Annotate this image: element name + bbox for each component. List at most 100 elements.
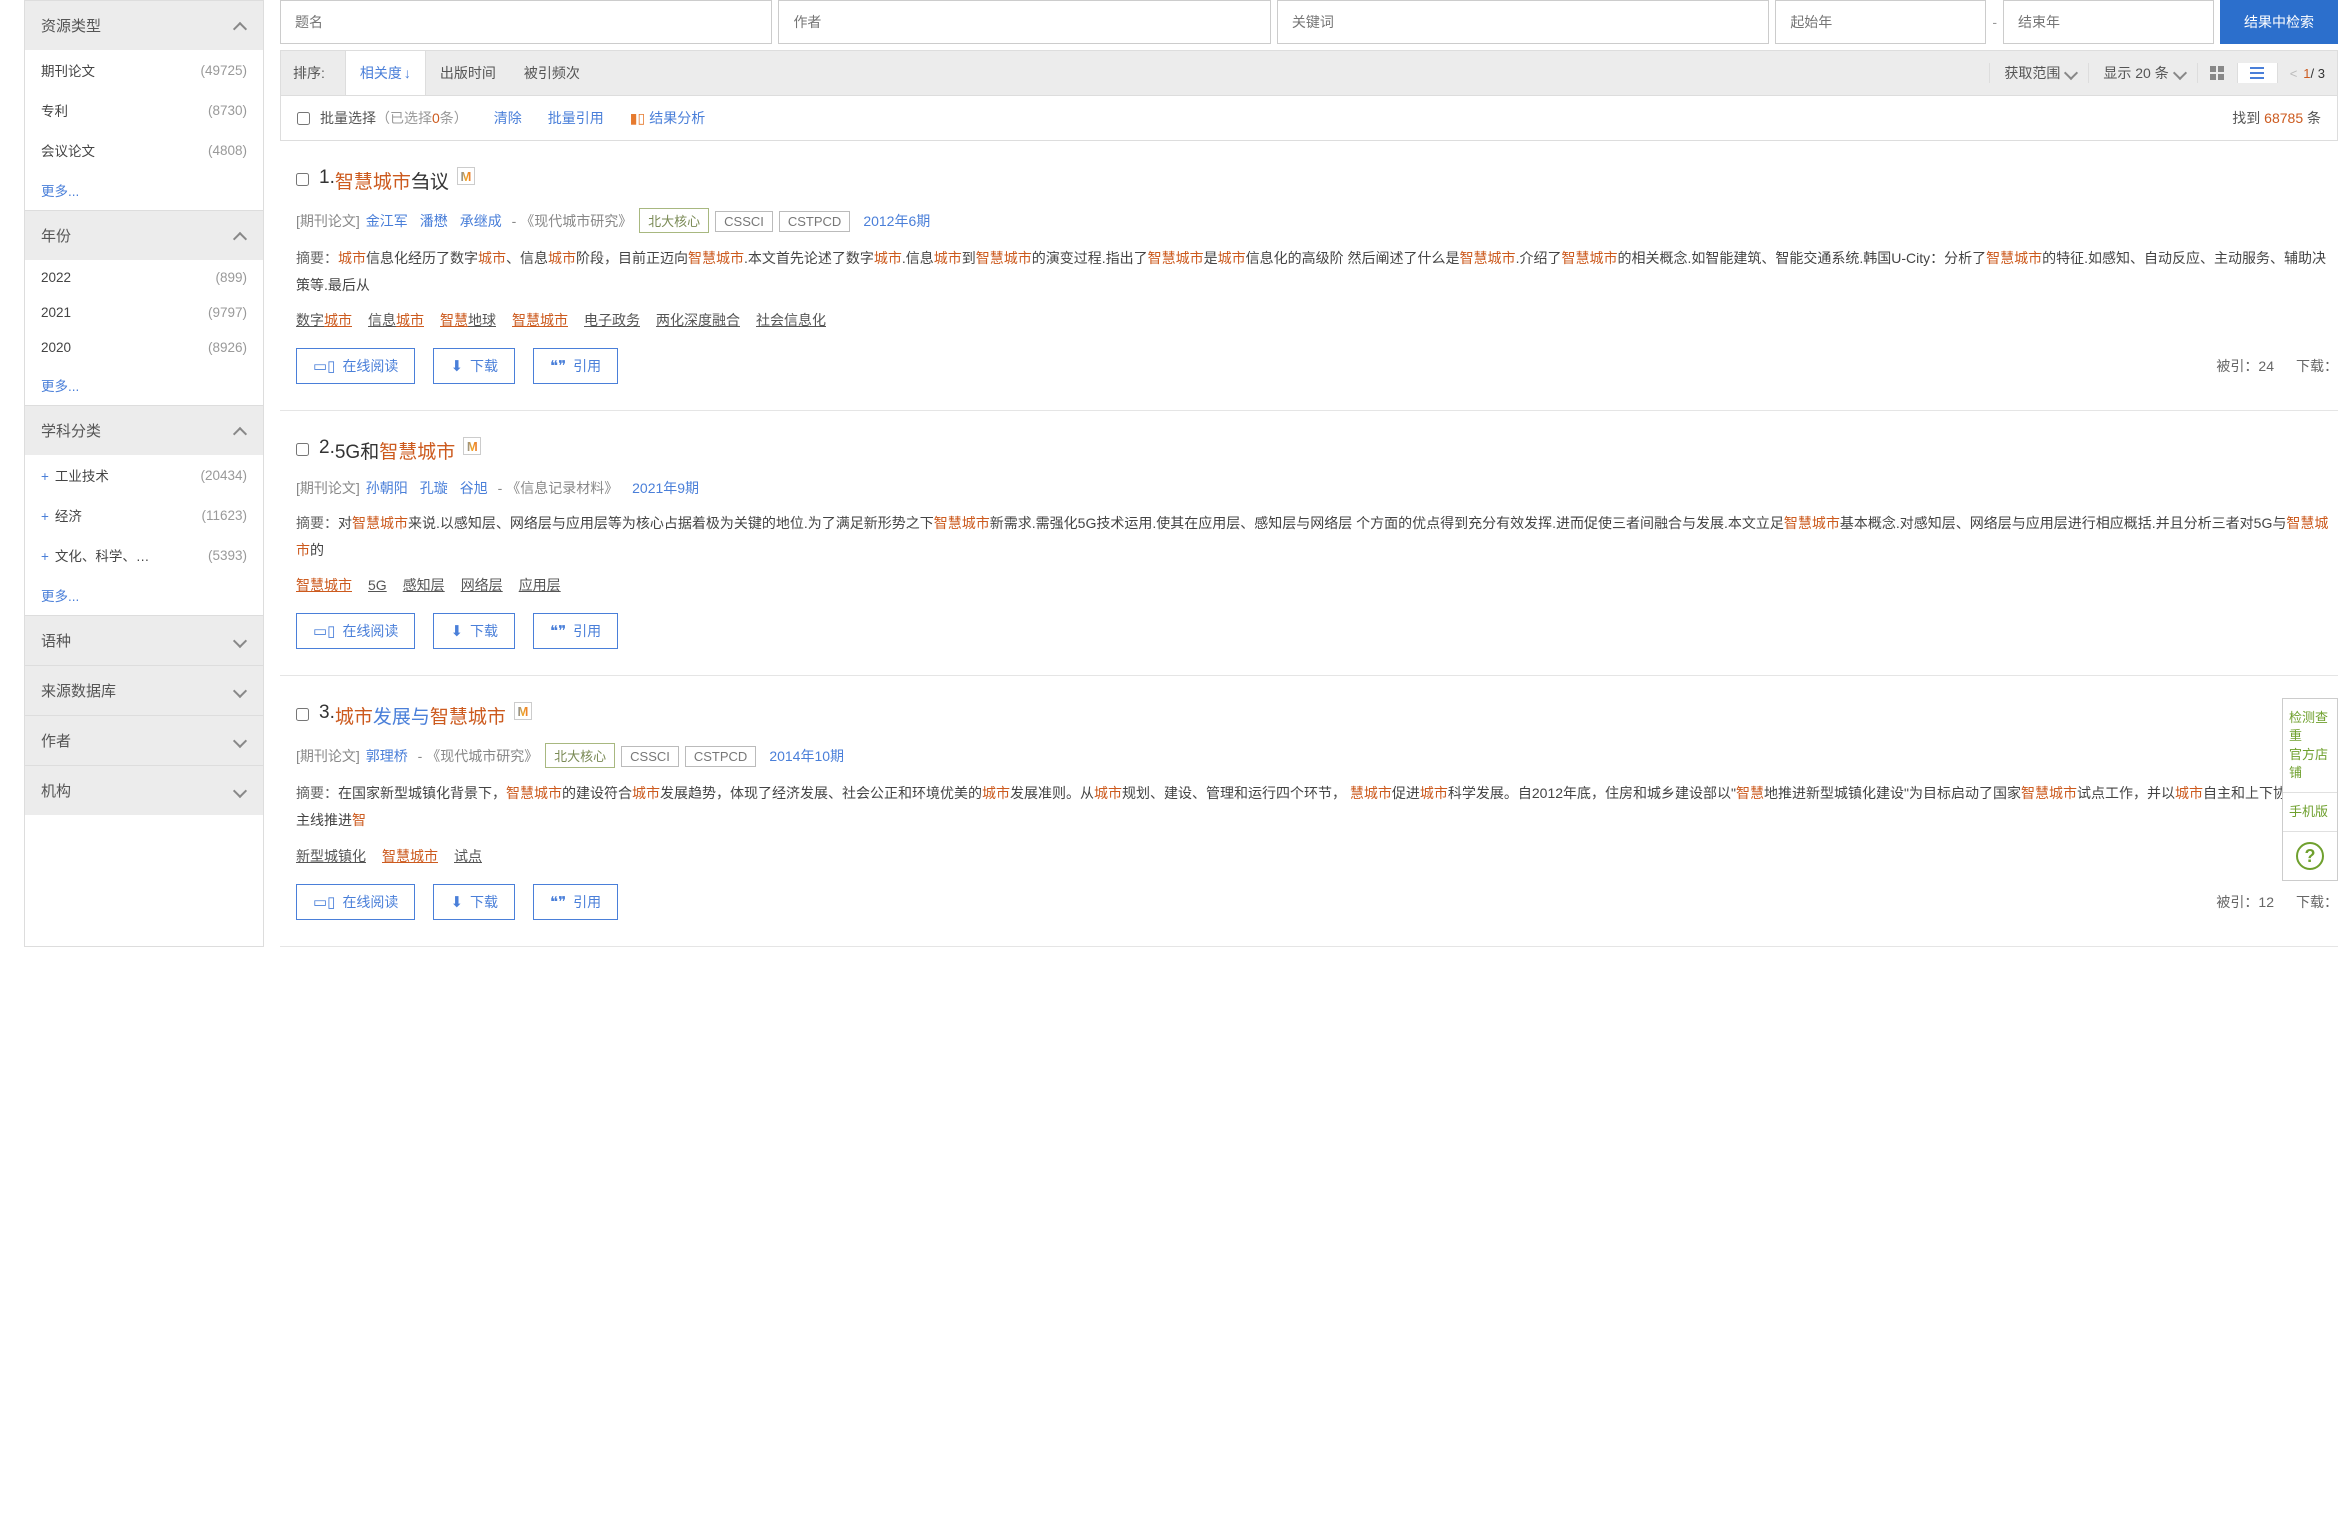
chevron-down-icon bbox=[235, 785, 247, 797]
scope-dropdown[interactable]: 获取范围 bbox=[1989, 63, 2088, 83]
keyword-link[interactable]: 智慧城市 bbox=[296, 577, 352, 593]
facet-title: 学科分类 bbox=[41, 420, 101, 441]
facet-item[interactable]: +经济(11623) bbox=[25, 495, 263, 535]
keyword-link[interactable]: 试点 bbox=[454, 848, 482, 864]
facet-header[interactable]: 年份 bbox=[25, 210, 263, 260]
keyword-link[interactable]: 电子政务 bbox=[584, 312, 640, 328]
result-title[interactable]: 5G和智慧城市 bbox=[335, 437, 455, 464]
facet-item-count: (49725) bbox=[200, 63, 247, 78]
facet-item[interactable]: 专利(8730) bbox=[25, 90, 263, 130]
quote-icon: ❝❞ bbox=[550, 893, 566, 911]
refine-search-button[interactable]: 结果中检索 bbox=[2220, 0, 2338, 44]
facet-item[interactable]: +文化、科学、…(5393) bbox=[25, 535, 263, 575]
facet-item[interactable]: 期刊论文(49725) bbox=[25, 50, 263, 90]
facet-more[interactable]: 更多... bbox=[41, 375, 79, 395]
grid-view-button[interactable] bbox=[2198, 63, 2238, 83]
author-link[interactable]: 孙朝阳 bbox=[366, 480, 408, 496]
grid-icon bbox=[2209, 65, 2225, 81]
keyword-link[interactable]: 5G bbox=[368, 577, 387, 593]
batch-analyze[interactable]: ▮▯结果分析 bbox=[630, 108, 705, 128]
issue-link[interactable]: 2012年6期 bbox=[863, 213, 930, 229]
facet-more[interactable]: 更多... bbox=[41, 180, 79, 200]
download-button[interactable]: ⬇下载 bbox=[433, 348, 515, 384]
keyword-link[interactable]: 新型城镇化 bbox=[296, 848, 366, 864]
quote-icon: ❝❞ bbox=[550, 357, 566, 375]
select-all-checkbox[interactable] bbox=[297, 112, 310, 125]
facet-header[interactable]: 学科分类 bbox=[25, 405, 263, 455]
batch-cite[interactable]: 批量引用 bbox=[548, 108, 604, 128]
author-link[interactable]: 孔璇 bbox=[420, 480, 448, 496]
keyword-link[interactable]: 应用层 bbox=[519, 577, 561, 593]
index-badge: CSSCI bbox=[621, 746, 679, 767]
keyword-link[interactable]: 信息城市 bbox=[368, 312, 424, 328]
author-input[interactable] bbox=[778, 0, 1270, 44]
keyword-link[interactable]: 智慧城市 bbox=[512, 312, 568, 328]
keyword-link[interactable]: 数字城市 bbox=[296, 312, 352, 328]
sort-relevance[interactable]: 相关度↓ bbox=[345, 50, 426, 95]
keyword-link[interactable]: 智慧地球 bbox=[440, 312, 496, 328]
facet-item[interactable]: 2021(9797) bbox=[25, 295, 263, 330]
facet-item[interactable]: 2020(8926) bbox=[25, 330, 263, 365]
author-link[interactable]: 郭理桥 bbox=[366, 748, 408, 764]
float-check[interactable]: 检测查重官方店铺 bbox=[2283, 699, 2337, 793]
result-checkbox[interactable] bbox=[296, 443, 309, 456]
facet-header[interactable]: 机构 bbox=[25, 765, 263, 815]
list-view-button[interactable] bbox=[2238, 63, 2278, 83]
result-stats: 被引：24下载： bbox=[2216, 356, 2338, 376]
keyword-link[interactable]: 智慧城市 bbox=[382, 848, 438, 864]
cite-button[interactable]: ❝❞引用 bbox=[533, 348, 618, 384]
result-meta: [期刊论文]金江军潘懋承继成 - 《现代城市研究》 北大核心CSSCICSTPC… bbox=[296, 208, 2338, 233]
chevron-up-icon bbox=[235, 230, 247, 242]
issue-link[interactable]: 2014年10期 bbox=[769, 748, 844, 764]
issue-link[interactable]: 2021年9期 bbox=[632, 480, 699, 496]
facet-item-label: 专利 bbox=[41, 100, 68, 120]
author-link[interactable]: 谷旭 bbox=[460, 480, 488, 496]
download-button[interactable]: ⬇下载 bbox=[433, 884, 515, 920]
float-mobile[interactable]: 手机版 bbox=[2283, 793, 2337, 832]
facet-more[interactable]: 更多... bbox=[41, 585, 79, 605]
facet-sidebar: 资源类型期刊论文(49725)专利(8730)会议论文(4808) 更多... 年份… bbox=[24, 0, 264, 947]
results-total: 找到 68785 条 bbox=[2232, 108, 2321, 128]
facet-item[interactable]: +工业技术(20434) bbox=[25, 455, 263, 495]
author-link[interactable]: 金江军 bbox=[366, 213, 408, 229]
pagesize-dropdown[interactable]: 显示 20 条 bbox=[2088, 63, 2196, 83]
download-button[interactable]: ⬇下载 bbox=[433, 613, 515, 649]
author-link[interactable]: 潘懋 bbox=[420, 213, 448, 229]
facet-header[interactable]: 语种 bbox=[25, 615, 263, 665]
pager-prev[interactable]: < bbox=[2290, 66, 2298, 81]
keyword-link[interactable]: 社会信息化 bbox=[756, 312, 826, 328]
title-input[interactable] bbox=[280, 0, 772, 44]
facet-header[interactable]: 作者 bbox=[25, 715, 263, 765]
refine-search-bar: - 结果中检索 bbox=[280, 0, 2338, 44]
sort-citations[interactable]: 被引频次 bbox=[510, 51, 594, 95]
read-online-button[interactable]: ▭▯在线阅读 bbox=[296, 348, 415, 384]
batch-clear[interactable]: 清除 bbox=[494, 108, 522, 128]
keyword-link[interactable]: 两化深度融合 bbox=[656, 312, 740, 328]
plus-icon: + bbox=[41, 469, 49, 484]
result-checkbox[interactable] bbox=[296, 173, 309, 186]
result-title[interactable]: 城市发展与智慧城市 bbox=[335, 702, 506, 729]
facet-item[interactable]: 会议论文(4808) bbox=[25, 130, 263, 170]
facet-header[interactable]: 来源数据库 bbox=[25, 665, 263, 715]
facet-item[interactable]: 2022(899) bbox=[25, 260, 263, 295]
cite-button[interactable]: ❝❞引用 bbox=[533, 884, 618, 920]
result-checkbox[interactable] bbox=[296, 708, 309, 721]
facet-title: 语种 bbox=[41, 630, 71, 651]
sort-pubdate[interactable]: 出版时间 bbox=[426, 51, 510, 95]
result-title[interactable]: 智慧城市刍议 bbox=[335, 167, 449, 194]
facet-header[interactable]: 资源类型 bbox=[25, 1, 263, 50]
result-number: 1. bbox=[319, 167, 335, 189]
cite-button[interactable]: ❝❞引用 bbox=[533, 613, 618, 649]
keyword-link[interactable]: 感知层 bbox=[403, 577, 445, 593]
float-help[interactable]: ? bbox=[2283, 832, 2337, 880]
facet-item-count: (20434) bbox=[200, 468, 247, 483]
keyword-input[interactable] bbox=[1277, 0, 1769, 44]
year-to-input[interactable] bbox=[2003, 0, 2214, 44]
read-online-button[interactable]: ▭▯在线阅读 bbox=[296, 884, 415, 920]
year-from-input[interactable] bbox=[1775, 0, 1986, 44]
sort-label: 排序: bbox=[293, 63, 325, 83]
read-online-button[interactable]: ▭▯在线阅读 bbox=[296, 613, 415, 649]
keyword-link[interactable]: 网络层 bbox=[461, 577, 503, 593]
author-link[interactable]: 承继成 bbox=[460, 213, 502, 229]
facet-item-label: 2022 bbox=[41, 270, 71, 285]
